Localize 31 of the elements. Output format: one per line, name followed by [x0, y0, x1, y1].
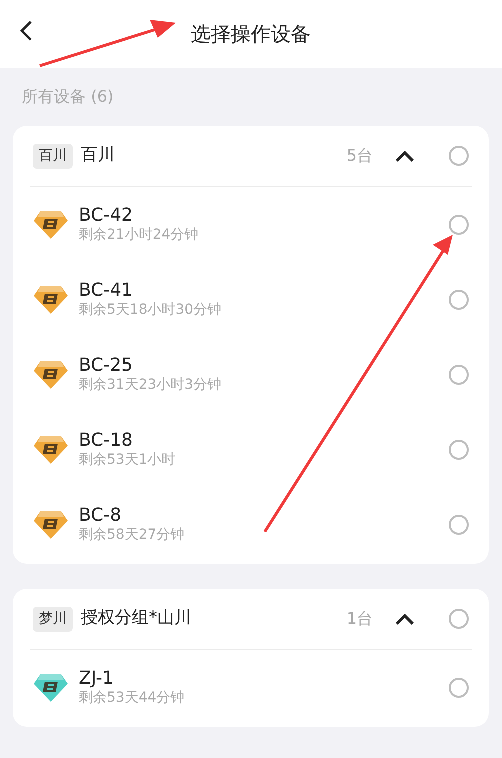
- group-name: 百川: [81, 144, 116, 168]
- remaining-time: 剩余31天23小时3分钟: [79, 377, 223, 394]
- radio-button[interactable]: [449, 290, 469, 310]
- remaining-time: 剩余58天27分钟: [79, 527, 186, 544]
- radio-button[interactable]: [449, 364, 469, 384]
- device-name: BC-41: [79, 280, 134, 302]
- remaining-time: 剩余5天18小时30分钟: [79, 302, 223, 320]
- device-name: BC-42: [79, 204, 134, 227]
- device-count: 1台: [346, 608, 373, 630]
- group-tag: 梦川: [33, 606, 73, 632]
- device-name: ZJ-1: [79, 668, 115, 690]
- group-tag: 百川: [33, 144, 73, 168]
- remaining-time: 剩余53天44分钟: [79, 690, 186, 708]
- radio-button[interactable]: [449, 146, 469, 166]
- radio-button[interactable]: [449, 678, 469, 698]
- page-title: 选择操作设备: [191, 21, 311, 48]
- collapse-chevron-icon[interactable]: [395, 150, 415, 162]
- remaining-time: 剩余53天1小时: [79, 452, 177, 470]
- collapse-chevron-icon[interactable]: [395, 613, 415, 625]
- group-name: 授权分组*山川: [81, 607, 192, 630]
- back-icon[interactable]: [19, 20, 33, 42]
- device-name: BC-18: [79, 430, 134, 452]
- device-name: BC-8: [79, 504, 123, 527]
- radio-button[interactable]: [449, 514, 469, 534]
- section-label: 所有设备 (6): [22, 86, 114, 108]
- radio-button[interactable]: [449, 440, 469, 460]
- remaining-time: 剩余21小时24分钟: [79, 227, 200, 244]
- radio-button[interactable]: [449, 214, 469, 234]
- radio-button[interactable]: [449, 609, 469, 629]
- device-count: 5台: [346, 145, 373, 167]
- device-name: BC-25: [79, 354, 134, 377]
